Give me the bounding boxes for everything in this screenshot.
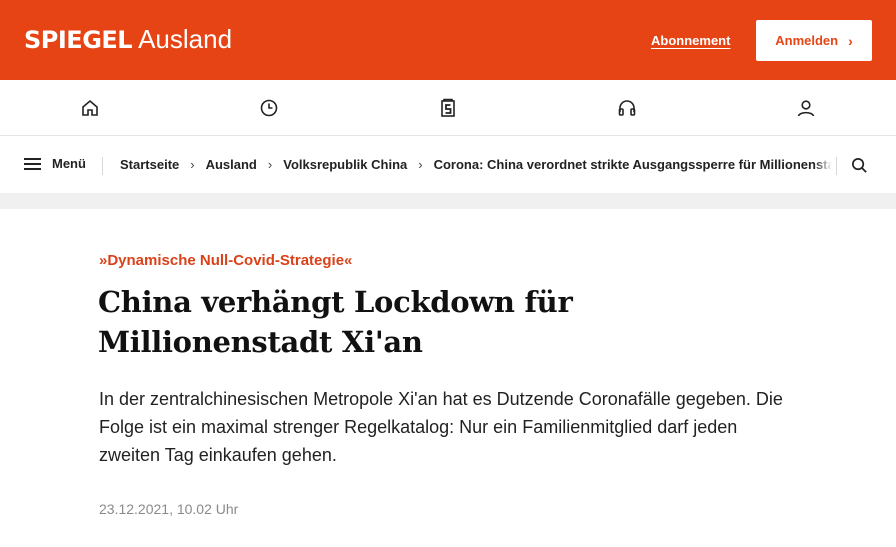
article-headline: China verhängt Lockdown für Millionensta… [98, 285, 573, 359]
breadcrumb-item-startseite[interactable]: Startseite [120, 157, 179, 172]
menu-label: Menü [52, 156, 86, 171]
section-title[interactable]: Ausland [138, 24, 232, 55]
chevron-right-icon: › [267, 157, 273, 172]
divider [102, 157, 103, 175]
login-button-label: Anmelden [775, 33, 839, 48]
chevron-right-icon: › [190, 157, 195, 172]
user-icon[interactable] [795, 97, 817, 119]
article-lead: In der zentralchinesischen Metropole Xi'… [99, 389, 783, 465]
article: »Dynamische Null-Covid-Strategie« China … [0, 209, 896, 547]
divider-strip [0, 193, 896, 209]
menu-button[interactable]: Menü [24, 156, 86, 171]
home-icon[interactable] [79, 97, 101, 119]
headphones-icon[interactable] [616, 97, 638, 119]
spiegel-plus-icon[interactable] [437, 97, 459, 119]
divider [836, 157, 837, 175]
site-header: SPIEGEL Ausland Abonnement Anmelden › [0, 0, 896, 80]
breadcrumb: Startseite › Ausland › Volksrepublik China › C… [120, 157, 832, 175]
breadcrumb-bar: Menü Startseite › Ausland › Volksrepublik Ch… [0, 137, 896, 193]
site-logo[interactable]: SPIEGEL [24, 26, 133, 54]
login-button[interactable]: Anmelden › [756, 20, 872, 61]
article-kicker: »Dynamische Null-Covid-Strategie« [99, 252, 353, 269]
hamburger-icon [24, 157, 41, 170]
icon-nav-bar [0, 80, 896, 136]
clock-icon[interactable] [258, 97, 280, 119]
chevron-right-icon: › [848, 32, 853, 49]
search-icon[interactable] [851, 157, 869, 175]
brand[interactable]: SPIEGEL Ausland [24, 24, 232, 55]
chevron-right-icon: › [418, 157, 423, 172]
breadcrumb-item-current: Corona: China verordnet strikte Ausgangs… [433, 157, 832, 172]
subscription-link[interactable]: Abonnement [651, 33, 730, 48]
breadcrumb-item-china[interactable]: Volksrepublik China [283, 157, 407, 172]
breadcrumb-item-ausland[interactable]: Ausland [206, 157, 257, 172]
article-date: 23.12.2021, 10.02 Uhr [99, 501, 239, 517]
